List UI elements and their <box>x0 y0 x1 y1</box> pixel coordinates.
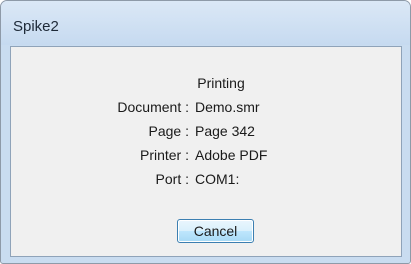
title-bar[interactable]: Spike2 <box>1 1 410 45</box>
printing-dialog-window: Spike2 Printing Document : Demo.smr Page… <box>0 0 411 264</box>
document-row: Document : Demo.smr <box>11 99 401 119</box>
document-label: Document : <box>117 99 189 115</box>
port-row: Port : COM1: <box>11 171 401 191</box>
printer-value: Adobe PDF <box>195 147 268 163</box>
window-title: Spike2 <box>13 18 59 35</box>
port-label: Port : <box>155 171 189 187</box>
printing-heading: Printing <box>197 75 245 91</box>
printer-row: Printer : Adobe PDF <box>11 147 401 167</box>
document-value: Demo.smr <box>195 99 260 115</box>
cancel-button[interactable]: Cancel <box>177 219 254 243</box>
page-label: Page : <box>148 123 189 139</box>
dialog-body: Printing Document : Demo.smr Page : Page… <box>10 46 402 257</box>
page-row: Page : Page 342 <box>11 123 401 143</box>
page-value: Page 342 <box>195 123 255 139</box>
printer-label: Printer : <box>139 147 189 163</box>
port-value: COM1: <box>195 171 240 187</box>
